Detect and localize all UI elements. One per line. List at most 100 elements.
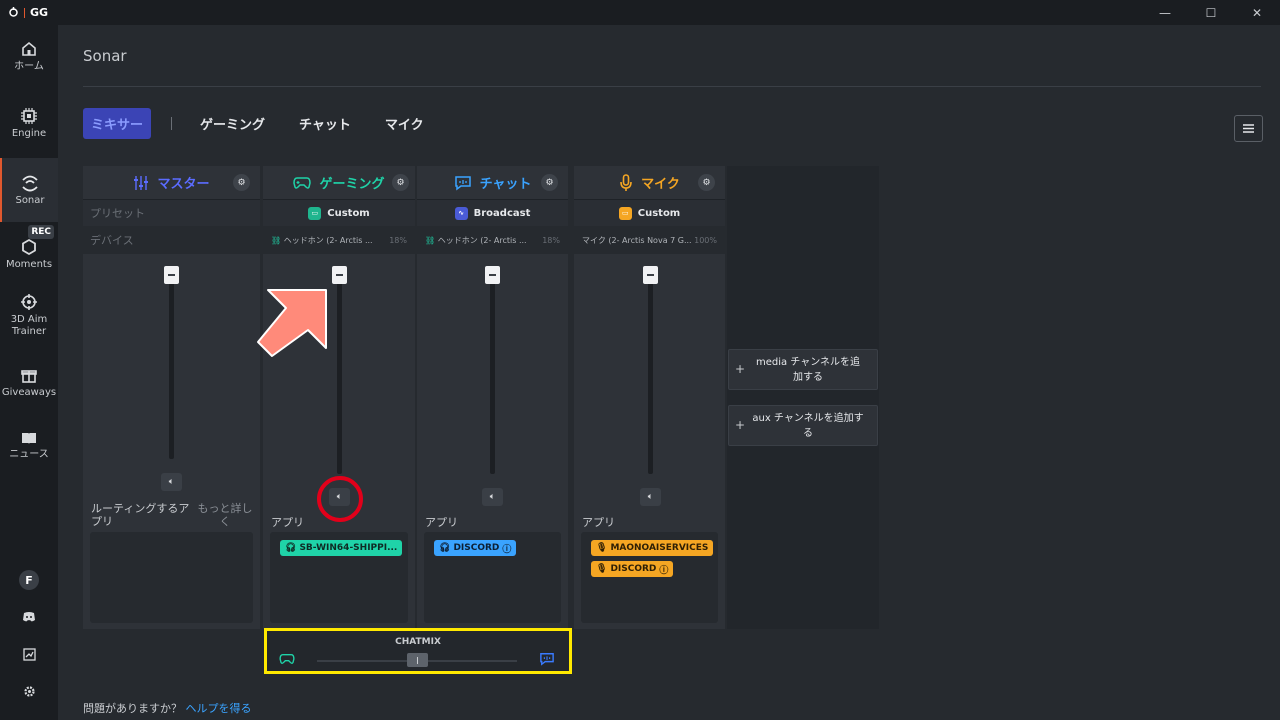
tab-separator (171, 117, 173, 130)
plus-icon: + (734, 418, 746, 432)
master-header: マスター ⚙ (83, 166, 260, 199)
master-apps-box (90, 532, 253, 623)
master-mute-button[interactable]: 🔈︎ (161, 473, 182, 491)
mic-title: マイク (641, 177, 680, 192)
chatmix-title: CHATMIX (395, 637, 441, 647)
minimize-button[interactable]: — (1142, 0, 1188, 25)
book-icon (22, 433, 36, 444)
mic-mute-button[interactable]: 🔈︎ (640, 488, 661, 506)
tab-bar: ミキサー ゲーミング チャット マイク (83, 108, 458, 139)
more-details-link[interactable]: もっと詳しく (195, 502, 255, 528)
help-link[interactable]: ヘルプを得る (186, 702, 252, 715)
home-icon (22, 41, 36, 56)
gaming-device[interactable]: ⛓︎ ヘッドホン (2- Arctis ... 18% (263, 226, 415, 254)
sidebar-item-label: ニュース (9, 449, 49, 460)
chat-apps-label: アプリ (425, 516, 458, 529)
add-media-channel-button[interactable]: + media チャンネルを追加する (728, 349, 878, 390)
sidebar-item-label: Engine (11, 128, 47, 139)
annotation-arrow-icon (257, 289, 327, 357)
chat-preset-name: Broadcast (473, 207, 531, 219)
gaming-apps-box: 🎧︎ SB-WIN64-SHIPPI... (270, 532, 408, 623)
preset-chip-icon: ∿ (454, 206, 468, 220)
app-logo: GG (0, 6, 48, 19)
sidebar-settings[interactable] (0, 685, 58, 701)
gaming-settings-button[interactable]: ⚙ (392, 174, 409, 191)
add-aux-channel-button[interactable]: + aux チャンネルを追加する (728, 405, 878, 446)
chat-apps-box: 🎧︎ DISCORD ⓘ (424, 532, 561, 623)
sidebar-item-giveaways[interactable]: Giveaways (0, 366, 58, 400)
mic-settings-button[interactable]: ⚙ (698, 174, 715, 191)
sidebar-item-moments[interactable]: REC Moments (0, 225, 58, 271)
chat-settings-button[interactable]: ⚙ (541, 174, 558, 191)
mic-fader-knob[interactable] (643, 266, 658, 284)
sidebar-item-aim-trainer[interactable]: 3D Aim Trainer (0, 293, 58, 341)
tab-mixer[interactable]: ミキサー (83, 108, 152, 139)
rec-badge: REC (28, 225, 54, 239)
master-fader-track[interactable] (169, 274, 174, 459)
target-icon (21, 294, 37, 310)
gaming-fader-track[interactable] (337, 274, 342, 474)
headphones-icon: 🎧︎ (439, 543, 451, 553)
link-icon: ⛓︎ (271, 235, 282, 245)
chat-bubble-icon (540, 653, 554, 666)
headphones-icon: 🎧︎ (285, 543, 297, 553)
gear-icon: ⚙ (545, 177, 554, 188)
discord-icon (23, 612, 35, 622)
tab-gaming[interactable]: ゲーミング (200, 114, 265, 133)
close-button[interactable]: ✕ (1234, 0, 1280, 25)
sidebar-item-label: ホーム (14, 61, 44, 72)
routing-apps-label: ルーティングするアプリ (91, 502, 190, 528)
mic-preset[interactable]: ▭ Custom (574, 199, 725, 226)
gaming-header: ゲーミング ⚙ (263, 166, 415, 199)
gamepad-icon (279, 654, 295, 664)
info-icon: ⓘ (502, 544, 512, 555)
mic-apps-box: 🎙︎ MAONOAISERVICES 🎙︎ DISCORD ⓘ (581, 532, 718, 623)
gaming-preset[interactable]: ▭ Custom (263, 199, 415, 226)
mic-device[interactable]: マイク (2- Arctis Nova 7 G... 100% (574, 226, 725, 254)
sidebar-item-news[interactable]: ニュース (0, 430, 58, 464)
sidebar-item-engine[interactable]: Engine (0, 107, 58, 147)
gaming-apps-label: アプリ (271, 516, 304, 529)
add-channel-area (727, 166, 879, 629)
chip-icon (21, 108, 37, 124)
chat-mute-button[interactable]: 🔈︎ (482, 488, 503, 506)
mic-device-percent: 100% (694, 235, 717, 245)
sidebar-discord[interactable] (0, 611, 58, 627)
sidebar-chart[interactable] (0, 648, 58, 664)
chat-fader-track[interactable] (490, 274, 495, 474)
gaming-fader-knob[interactable] (332, 266, 347, 284)
menu-button[interactable] (1234, 115, 1263, 142)
master-settings-button[interactable]: ⚙ (233, 174, 250, 191)
sidebar-item-label: Moments (5, 259, 53, 270)
tab-mic[interactable]: マイク (385, 114, 424, 133)
app-chip-discord[interactable]: 🎙︎ DISCORD ⓘ (591, 561, 674, 577)
help-footer: 問題がありますか？ ヘルプを得る (83, 700, 252, 716)
chat-device[interactable]: ⛓︎ ヘッドホン (2- Arctis ... 18% (417, 226, 568, 254)
app-chip-discord[interactable]: 🎧︎ DISCORD ⓘ (434, 540, 517, 556)
chat-fader-knob[interactable] (485, 266, 500, 284)
speaker-icon: 🔈︎ (647, 492, 654, 502)
sidebar-item-sonar[interactable]: Sonar (0, 158, 58, 222)
master-fader-knob[interactable] (164, 266, 179, 284)
speaker-icon: 🔈︎ (489, 492, 496, 502)
maximize-button[interactable]: ☐ (1188, 0, 1234, 25)
title-divider (83, 86, 1261, 87)
sidebar-item-home[interactable]: ホーム (0, 40, 58, 80)
tab-chat[interactable]: チャット (299, 114, 351, 133)
avatar[interactable]: F (19, 570, 39, 590)
microphone-icon (620, 173, 632, 191)
mic-header: マイク ⚙ (574, 166, 725, 199)
sidebar: ホーム Engine Sonar REC Moments 3D Aim Trai… (0, 25, 58, 720)
gamepad-icon (293, 176, 312, 189)
microphone-icon: 🎙︎ (596, 543, 608, 553)
chatmix-knob[interactable] (406, 653, 428, 667)
chat-preset[interactable]: ∿ Broadcast (417, 199, 568, 226)
app-chip-maonoai[interactable]: 🎙︎ MAONOAISERVICES (591, 540, 714, 556)
chart-icon (22, 648, 36, 661)
gear-icon: ⚙ (702, 177, 711, 188)
app-chip-game[interactable]: 🎧︎ SB-WIN64-SHIPPI... (280, 540, 403, 556)
mic-fader-track[interactable] (648, 274, 653, 474)
chat-device-percent: 18% (542, 235, 560, 245)
sliders-icon (134, 175, 149, 190)
gaming-channel: ゲーミング ⚙ ▭ Custom ⛓︎ ヘッドホン (2- Arctis ...… (263, 166, 415, 629)
